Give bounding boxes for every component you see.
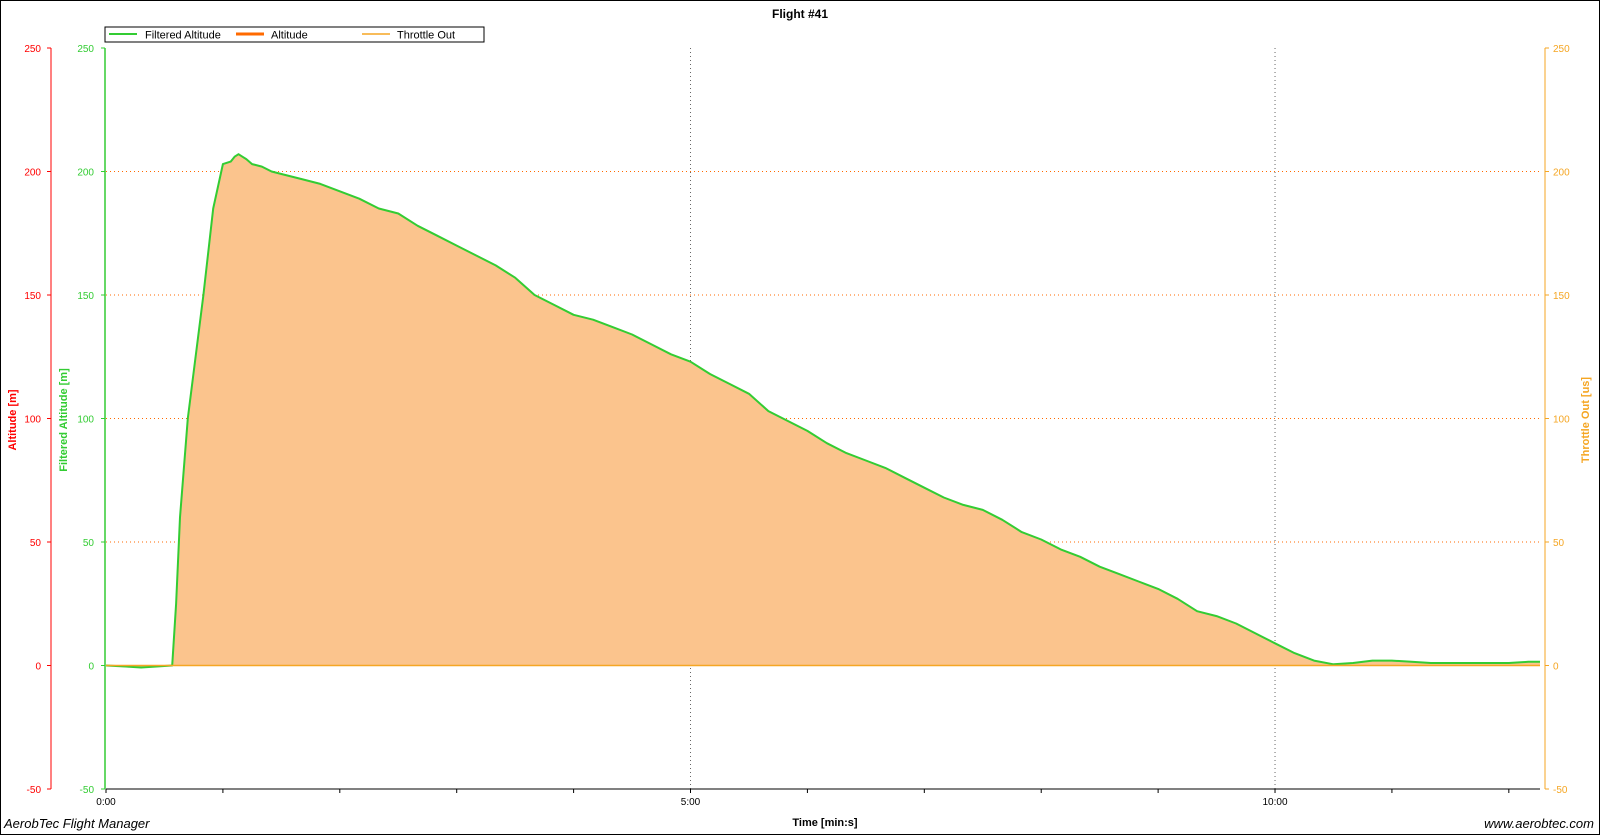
y-tick-label-filtered-altitude: 250 (77, 44, 94, 55)
footer-left: AerobTec Flight Manager (3, 816, 150, 831)
footer-right: www.aerobtec.com (1484, 816, 1594, 831)
y-tick-label-filtered-altitude: -50 (80, 785, 95, 796)
y-tick-label-throttle-out: 200 (1553, 168, 1570, 179)
series-area (106, 154, 1540, 668)
legend-label-throttle-out: Throttle Out (397, 30, 455, 42)
legend: Filtered Altitude Altitude Throttle Out (104, 26, 485, 43)
y-tick-label-throttle-out: 0 (1553, 662, 1559, 673)
x-axis-label: Time [min:s] (792, 817, 858, 829)
y-tick-label-throttle-out: 50 (1553, 538, 1565, 549)
y-tick-label-filtered-altitude: 0 (88, 662, 94, 673)
y-tick-label-filtered-altitude: 200 (77, 168, 94, 179)
y-tick-label-throttle-out: -50 (1553, 785, 1568, 796)
y-tick-label-altitude: 0 (35, 662, 41, 673)
x-tick-label: 5:00 (681, 797, 701, 808)
y-tick-label-altitude: 250 (24, 44, 41, 55)
y-tick-label-altitude: 50 (30, 538, 42, 549)
x-tick-label: 0:00 (96, 797, 116, 808)
y-axis-label-altitude: Altitude [m] (7, 389, 19, 450)
y-axis-label-filtered-altitude: Filtered Altitude [m] (58, 368, 70, 472)
chart-title: Flight #41 (772, 7, 828, 21)
chart: Flight #41 Filtered Altitude Altitude Th… (3, 7, 1594, 831)
y-tick-label-altitude: 200 (24, 168, 41, 179)
y-tick-label-filtered-altitude: 100 (77, 415, 94, 426)
y-tick-label-filtered-altitude: 50 (83, 538, 95, 549)
y-tick-label-throttle-out: 150 (1553, 291, 1570, 302)
y-tick-label-altitude: 100 (24, 415, 41, 426)
area-fill-filtered-altitude (106, 154, 1540, 668)
y-tick-label-throttle-out: 250 (1553, 44, 1570, 55)
x-tick-label: 10:00 (1263, 797, 1288, 808)
y-tick-label-altitude: -50 (27, 785, 42, 796)
y-axis-label-throttle-out: Throttle Out [us] (1580, 377, 1592, 463)
legend-label-altitude: Altitude (271, 30, 308, 42)
y-tick-label-filtered-altitude: 150 (77, 291, 94, 302)
y-tick-label-throttle-out: 100 (1553, 415, 1570, 426)
legend-label-filtered-altitude: Filtered Altitude (145, 30, 221, 42)
y-tick-label-altitude: 150 (24, 291, 41, 302)
